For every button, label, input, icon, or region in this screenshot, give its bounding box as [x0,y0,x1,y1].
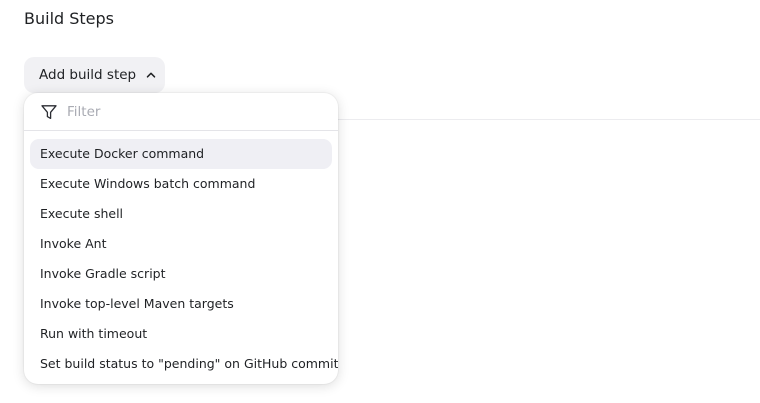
funnel-icon [40,103,58,121]
menu-item-run-with-timeout[interactable]: Run with timeout [30,319,332,349]
menu-item-invoke-gradle-script[interactable]: Invoke Gradle script [30,259,332,289]
menu-item-invoke-maven-targets[interactable]: Invoke top-level Maven targets [30,289,332,319]
add-build-step-label: Add build step [39,67,137,83]
build-steps-page: Build Steps Add build step Execute Docke… [0,0,760,403]
chevron-up-icon [145,69,157,81]
build-step-options: Execute Docker command Execute Windows b… [30,139,338,379]
menu-item-invoke-ant[interactable]: Invoke Ant [30,229,332,259]
add-build-step-button[interactable]: Add build step [24,57,165,93]
section-divider [338,119,760,120]
section-title: Build Steps [24,9,115,28]
menu-item-set-build-status-pending[interactable]: Set build status to "pending" on GitHub … [30,349,338,379]
filter-input[interactable] [67,103,307,120]
menu-item-execute-shell[interactable]: Execute shell [30,199,332,229]
menu-item-execute-docker-command[interactable]: Execute Docker command [30,139,332,169]
build-step-dropdown: Execute Docker command Execute Windows b… [24,93,338,384]
filter-row [24,93,338,131]
menu-item-execute-windows-batch-command[interactable]: Execute Windows batch command [30,169,332,199]
